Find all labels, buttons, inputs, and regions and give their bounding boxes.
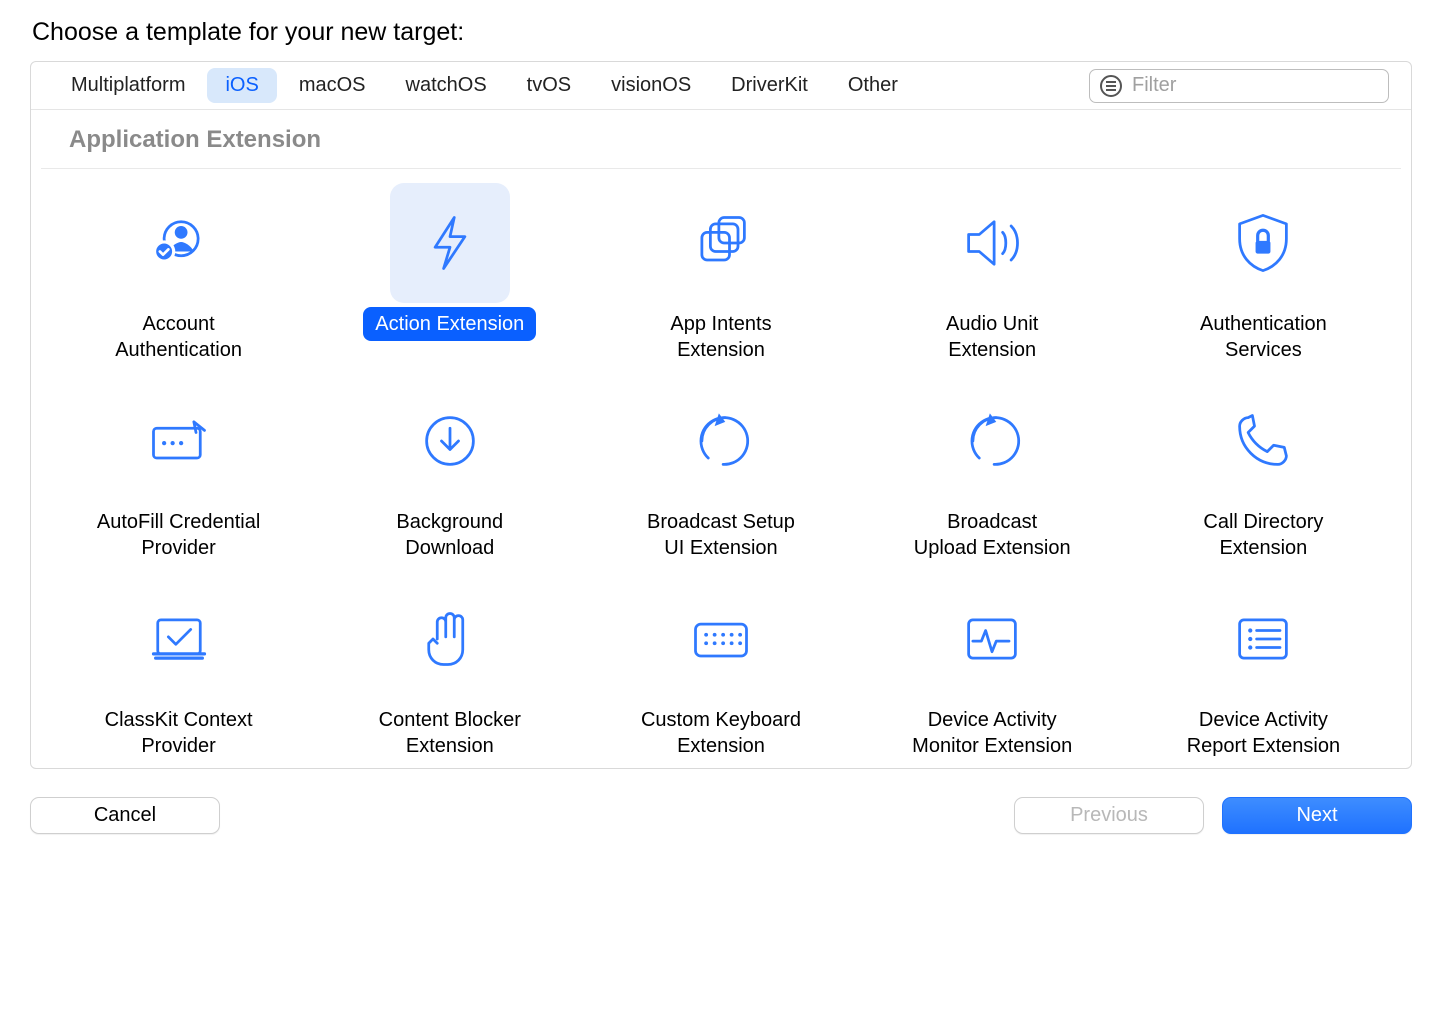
template-item-label: App Intents Extension <box>658 307 783 367</box>
tab-tvos[interactable]: tvOS <box>509 68 589 103</box>
template-item[interactable]: Broadcast Setup UI Extension <box>587 377 854 565</box>
template-item-label: ClassKit Context Provider <box>93 703 265 763</box>
tab-multiplatform[interactable]: Multiplatform <box>53 68 203 103</box>
credential-icon <box>119 381 239 501</box>
sheet-title: Choose a template for your new target: <box>32 18 1412 47</box>
speaker-icon <box>932 183 1052 303</box>
refresh-icon <box>932 381 1052 501</box>
filter-field-wrap[interactable] <box>1089 69 1389 103</box>
templates-scroll-area[interactable]: Application Extension Account Authentica… <box>31 110 1411 768</box>
next-button[interactable]: Next <box>1222 797 1412 834</box>
tab-visionos[interactable]: visionOS <box>593 68 709 103</box>
template-item[interactable]: Audio Unit Extension <box>859 179 1126 367</box>
filter-icon <box>1100 75 1122 97</box>
template-item[interactable]: Call Directory Extension <box>1130 377 1397 565</box>
templates-grid: Account Authentication Action Extension Ap… <box>41 169 1401 768</box>
tab-macos[interactable]: macOS <box>281 68 384 103</box>
template-item[interactable]: Custom Keyboard Extension <box>587 575 854 763</box>
template-item-label: Audio Unit Extension <box>934 307 1050 367</box>
bolt-icon <box>390 183 510 303</box>
template-item-label: Custom Keyboard Extension <box>629 703 813 763</box>
download-circle-icon <box>390 381 510 501</box>
account-auth-icon <box>119 183 239 303</box>
template-item-label: Background Download <box>384 505 515 565</box>
tab-driverkit[interactable]: DriverKit <box>713 68 826 103</box>
hand-icon <box>390 579 510 699</box>
phone-icon <box>1203 381 1323 501</box>
refresh-icon <box>661 381 781 501</box>
tab-ios[interactable]: iOS <box>207 68 276 103</box>
keyboard-icon <box>661 579 781 699</box>
template-item-label: Broadcast Setup UI Extension <box>635 505 807 565</box>
template-item[interactable]: App Intents Extension <box>587 179 854 367</box>
template-item-label: Authentication Services <box>1188 307 1339 367</box>
activity-monitor-icon <box>932 579 1052 699</box>
platform-tabs-toolbar: Multiplatform iOS macOS watchOS tvOS vis… <box>31 62 1411 110</box>
template-item-label: Content Blocker Extension <box>367 703 533 763</box>
filter-input[interactable] <box>1130 73 1378 98</box>
section-header-application-extension: Application Extension <box>41 110 1401 169</box>
tab-other[interactable]: Other <box>830 68 916 103</box>
template-item[interactable]: Action Extension <box>316 179 583 367</box>
cancel-button[interactable]: Cancel <box>30 797 220 834</box>
report-list-icon <box>1203 579 1323 699</box>
template-item[interactable]: Device Activity Report Extension <box>1130 575 1397 763</box>
shield-lock-icon <box>1203 183 1323 303</box>
template-item-label: Device Activity Monitor Extension <box>900 703 1084 763</box>
template-item[interactable]: Content Blocker Extension <box>316 575 583 763</box>
template-item[interactable]: Background Download <box>316 377 583 565</box>
template-item[interactable]: Broadcast Upload Extension <box>859 377 1126 565</box>
template-item-label: Action Extension <box>363 307 536 341</box>
template-item[interactable]: Authentication Services <box>1130 179 1397 367</box>
template-panel: Multiplatform iOS macOS watchOS tvOS vis… <box>30 61 1412 769</box>
stacked-squares-icon <box>661 183 781 303</box>
template-item-label: AutoFill Credential Provider <box>85 505 272 565</box>
template-item-label: Call Directory Extension <box>1191 505 1335 565</box>
template-item[interactable]: ClassKit Context Provider <box>45 575 312 763</box>
template-item[interactable]: AutoFill Credential Provider <box>45 377 312 565</box>
template-item[interactable]: Device Activity Monitor Extension <box>859 575 1126 763</box>
template-item-label: Broadcast Upload Extension <box>902 505 1083 565</box>
template-item[interactable]: Account Authentication <box>45 179 312 367</box>
classkit-icon <box>119 579 239 699</box>
tab-watchos[interactable]: watchOS <box>388 68 505 103</box>
template-item-label: Device Activity Report Extension <box>1175 703 1352 763</box>
footer-buttons: Cancel Previous Next <box>30 797 1412 834</box>
previous-button: Previous <box>1014 797 1204 834</box>
template-item-label: Account Authentication <box>103 307 254 367</box>
